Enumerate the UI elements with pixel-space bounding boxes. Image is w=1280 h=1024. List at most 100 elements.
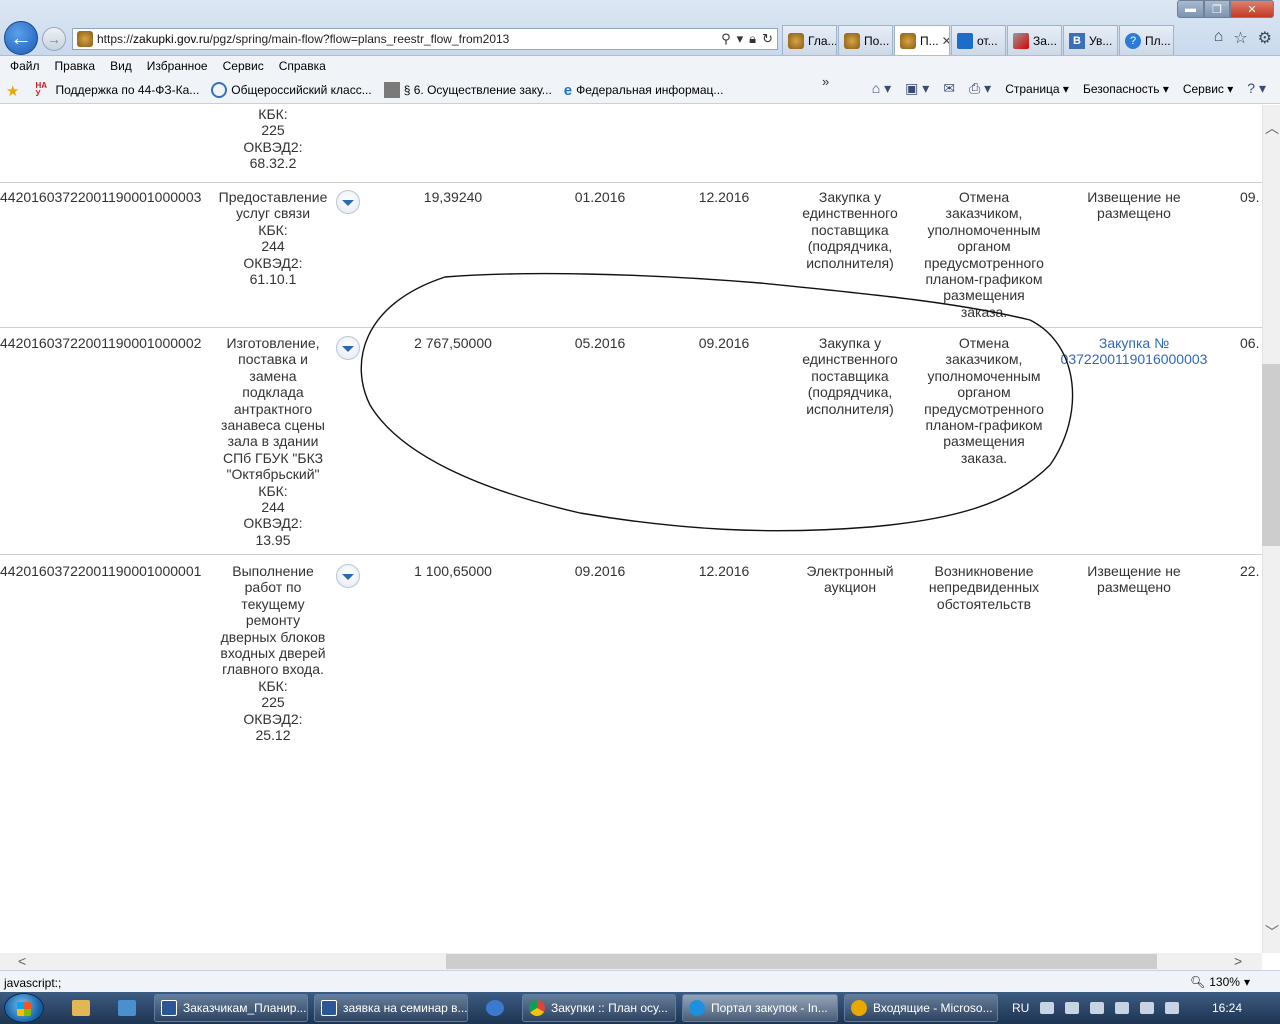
task-ie-active[interactable]: Портал закупок - In...	[682, 994, 838, 1022]
tab-label: За...	[1033, 33, 1057, 48]
service-menu[interactable]: Сервис ▾	[1183, 82, 1233, 96]
arrow-right-icon: →	[47, 31, 61, 47]
help-icon[interactable]: ? ▾	[1247, 80, 1266, 97]
start-button[interactable]	[4, 993, 44, 1023]
favorites-star-icon[interactable]: ★	[6, 82, 23, 100]
print-icon[interactable]: ⎙ ▾	[969, 80, 991, 97]
home-icon[interactable]: ⌂	[1214, 28, 1224, 48]
gear-icon[interactable]: ⚙	[1258, 28, 1272, 48]
end-date: 09.2016	[698, 335, 750, 351]
globe-icon	[211, 81, 228, 98]
page-content: КБК: 225 ОКВЭД2: 68.32.2 442016037220011…	[0, 105, 1262, 953]
tab-7[interactable]: ? Пл...	[1119, 25, 1174, 55]
nau-icon: НА У	[35, 80, 48, 98]
page-menu[interactable]: Страница ▾	[1005, 82, 1069, 96]
date-fragment: 09.	[1240, 189, 1260, 205]
purchase-link[interactable]: Закупка № 0372200119016000003	[1056, 335, 1212, 368]
tray-app-icon[interactable]	[1040, 1002, 1055, 1014]
tab-5[interactable]: За...	[1007, 25, 1062, 55]
date-fragment: 22.	[1240, 563, 1260, 579]
system-tray: RU	[1012, 992, 1180, 1024]
notice-status: Извещение не размещено	[1087, 563, 1181, 596]
scroll-down-arrow-icon[interactable]: ﹀	[1265, 922, 1279, 942]
start-date: 01.2016	[574, 189, 626, 205]
arrow-left-icon: ←	[10, 25, 32, 50]
app-quicklaunch-icon[interactable]	[118, 1000, 136, 1016]
close-tab-icon[interactable]: ✕	[942, 34, 949, 48]
network-icon[interactable]	[1140, 1002, 1155, 1014]
more-favorites-chevron[interactable]: »	[822, 74, 829, 89]
expand-row-chevron-icon[interactable]	[336, 564, 360, 588]
refresh-icon[interactable]: ↻	[762, 31, 773, 47]
tray-app-icon[interactable]	[1065, 1002, 1080, 1014]
tray-app-icon[interactable]	[1090, 1002, 1105, 1014]
tab-1[interactable]: Гла...	[782, 25, 837, 55]
task-outlook[interactable]: Входящие - Microso...	[844, 994, 998, 1022]
status-text: javascript:;	[4, 976, 62, 990]
okved-label: ОКВЭД2:	[243, 138, 303, 155]
help-icon[interactable]	[486, 1000, 504, 1016]
mail-icon[interactable]: ✉	[943, 80, 955, 97]
purchase-name: Выполнение работ по текущему ремонту дверных…	[220, 563, 326, 744]
notice-status: Извещение не размещено	[1087, 189, 1181, 222]
forward-button[interactable]: →	[42, 27, 66, 51]
favorite-link-2[interactable]: Общероссийский класс...	[211, 81, 372, 98]
tab-4[interactable]: от...	[951, 25, 1006, 55]
search-icon[interactable]: ⚲	[721, 31, 731, 47]
volume-icon[interactable]	[1165, 1002, 1180, 1014]
url-prefix: https://	[97, 32, 134, 46]
favorite-link-4[interactable]: e Федеральная информац...	[564, 82, 724, 99]
tab-6[interactable]: B Ув...	[1063, 25, 1118, 55]
menu-edit[interactable]: Правка	[55, 59, 96, 73]
dropdown-arrow-icon[interactable]: ▾	[737, 31, 744, 47]
zoom-control[interactable]: 🔍︎ 130% ▾	[1190, 975, 1250, 989]
close-window-button[interactable]: ✕	[1230, 0, 1274, 18]
tab-2[interactable]: По...	[838, 25, 893, 55]
address-url[interactable]: https://zakupki.gov.ru/pgz/spring/main-f…	[97, 32, 509, 46]
rss-feed-icon[interactable]: ▣ ▾	[905, 80, 929, 97]
menu-tools[interactable]: Сервис	[223, 59, 264, 73]
crest-icon	[900, 32, 916, 49]
plan-number: 44201603722001190001000003	[0, 189, 202, 205]
taskbar: Заказчикам_Планир... заявка на семинар в…	[0, 992, 1280, 1024]
favorite-link-1[interactable]: НА У Поддержка по 44-ФЗ-Ка...	[35, 80, 199, 98]
clock[interactable]: 16:24	[1212, 1001, 1242, 1015]
word-icon	[321, 1000, 337, 1016]
menu-file[interactable]: Файл	[10, 59, 40, 73]
explorer-icon[interactable]	[72, 1000, 90, 1016]
browser-toolbar: ▬ ❐ ✕ ← → https://zakupki.gov.ru/pgz/spr…	[0, 0, 1280, 56]
scroll-right-arrow-icon[interactable]: >	[1234, 953, 1242, 969]
scroll-up-arrow-icon[interactable]: ︿	[1265, 118, 1279, 138]
expand-row-chevron-icon[interactable]	[336, 336, 360, 360]
task-chrome[interactable]: Закупки :: План осу...	[522, 994, 676, 1022]
row-divider	[0, 182, 1262, 183]
flag-icon[interactable]	[1115, 1002, 1130, 1014]
menu-view[interactable]: Вид	[110, 59, 132, 73]
favorites-star-icon[interactable]: ☆	[1233, 28, 1247, 48]
date-fragment: 06.	[1240, 335, 1260, 351]
lock-icon[interactable]: 🔒︎	[749, 31, 756, 47]
favorite-link-3[interactable]: § 6. Осуществление заку...	[383, 81, 552, 98]
address-bar[interactable]: https://zakupki.gov.ru/pgz/spring/main-f…	[72, 28, 778, 50]
language-indicator[interactable]: RU	[1012, 1001, 1029, 1015]
menu-bar: Файл Правка Вид Избранное Сервис Справка	[0, 56, 1280, 76]
kbk-label: КБК:	[258, 106, 288, 122]
menu-help[interactable]: Справка	[279, 59, 326, 73]
home-icon[interactable]: ⌂ ▾	[872, 80, 891, 97]
task-word-2[interactable]: заявка на семинар в...	[314, 994, 468, 1022]
amount: 19,39240	[423, 189, 483, 205]
outlook-icon	[851, 1000, 867, 1016]
tab-3-active[interactable]: П...✕	[894, 25, 950, 55]
change-reason: Отмена заказчиком, уполномоченным органом пр…	[924, 335, 1044, 466]
maximize-button[interactable]: ❐	[1204, 0, 1230, 18]
back-button[interactable]: ←	[4, 21, 38, 55]
menu-favorites[interactable]: Избранное	[147, 59, 208, 73]
url-domain: zakupki.gov.ru	[133, 32, 210, 46]
scroll-left-arrow-icon[interactable]: <	[18, 953, 26, 969]
minimize-button[interactable]: ▬	[1177, 0, 1204, 18]
expand-row-chevron-icon[interactable]	[336, 190, 360, 214]
vertical-scrollbar-thumb[interactable]	[1262, 364, 1280, 546]
security-menu[interactable]: Безопасность ▾	[1083, 82, 1169, 96]
task-word-1[interactable]: Заказчикам_Планир...	[154, 994, 308, 1022]
horizontal-scrollbar-thumb[interactable]	[446, 954, 1157, 969]
